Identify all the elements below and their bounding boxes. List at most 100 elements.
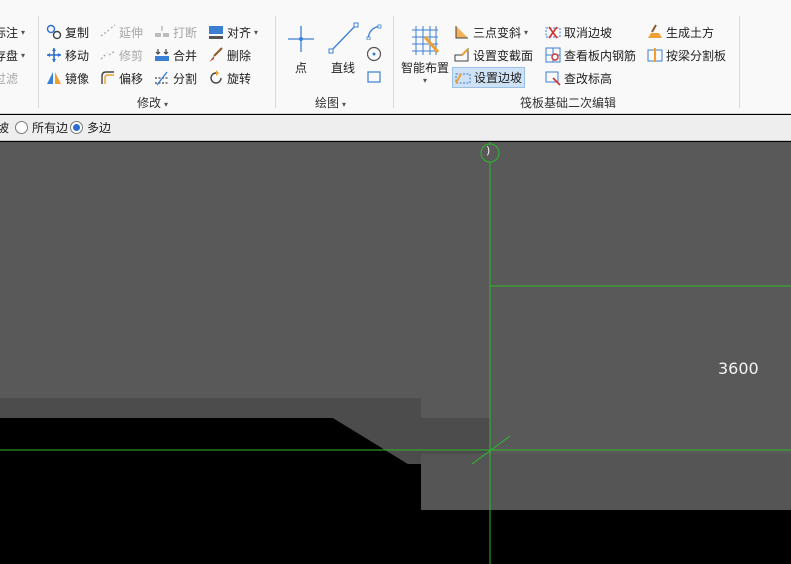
- align-button[interactable]: 对齐 ▾: [208, 22, 258, 42]
- delete-label: 删除: [227, 48, 252, 63]
- set-variable-section-button[interactable]: 设置变截面: [454, 45, 533, 65]
- canvas-drawing: [0, 142, 791, 564]
- annotate-label: 标注: [0, 25, 19, 40]
- break-icon: [154, 24, 170, 40]
- cancel-slope-edge-label: 取消边坡: [564, 25, 613, 40]
- rectangle-icon: [366, 69, 382, 85]
- ribbon-toolbar: 标注 ▾ 存盘 ▾ 过滤 复制 延伸 打断 对齐 ▾ 移动 修剪 合并 删除 镜…: [0, 0, 791, 114]
- group-separator: [38, 16, 39, 108]
- split-by-beam-icon: [647, 47, 663, 63]
- split-by-beam-button[interactable]: 按梁分割板: [647, 45, 726, 65]
- smart-layout-label: 智能布置: [400, 61, 449, 75]
- save-disk-button[interactable]: 存盘 ▾: [0, 45, 25, 65]
- mirror-label: 镜像: [65, 71, 90, 86]
- copy-button[interactable]: 复制: [46, 22, 89, 42]
- save-disk-label: 存盘: [0, 48, 19, 63]
- merge-icon: [154, 47, 170, 63]
- group-separator: [275, 16, 276, 108]
- split-button[interactable]: 分割: [154, 68, 197, 88]
- three-point-slope-icon: [454, 24, 470, 40]
- slope-edge-icon: [455, 70, 471, 86]
- break-button[interactable]: 打断: [154, 22, 197, 42]
- filter-button[interactable]: 过滤: [0, 68, 18, 88]
- set-slope-edge-button[interactable]: 设置边坡: [452, 67, 526, 88]
- view-rebar-icon: [545, 47, 561, 63]
- smart-layout-icon: [408, 24, 442, 59]
- cancel-slope-edge-icon: [545, 24, 561, 40]
- mirror-button[interactable]: 镜像: [46, 68, 89, 88]
- arc-button[interactable]: [366, 22, 385, 42]
- trim-icon: [100, 47, 116, 63]
- all-edges-label[interactable]: 所有边: [32, 119, 68, 136]
- chevron-down-icon: ▾: [164, 100, 169, 109]
- offset-icon: [100, 70, 116, 86]
- edit-elevation-button[interactable]: 查改标高: [545, 68, 612, 88]
- draw-group-label[interactable]: 绘图 ▾: [315, 94, 346, 111]
- chevron-down-icon: ▾: [342, 100, 347, 109]
- chevron-down-icon: ▾: [21, 50, 26, 60]
- rectangle-button[interactable]: [366, 67, 385, 87]
- three-point-slope-button[interactable]: 三点变斜 ▾: [454, 22, 528, 42]
- all-edges-radio[interactable]: [15, 121, 29, 134]
- chevron-down-icon: ▾: [524, 27, 529, 37]
- set-variable-section-label: 设置变截面: [473, 48, 534, 63]
- slope-edge-band[interactable]: [0, 398, 490, 464]
- point-label: 点: [294, 61, 307, 75]
- circle-icon: [366, 46, 382, 62]
- partial-slope-label: 坡: [0, 121, 10, 135]
- arc-icon: [366, 24, 382, 40]
- three-point-slope-label: 三点变斜: [473, 25, 522, 40]
- offset-button[interactable]: 偏移: [100, 68, 143, 88]
- cancel-slope-edge-button[interactable]: 取消边坡: [545, 22, 612, 42]
- rotate-button[interactable]: 旋转: [208, 68, 251, 88]
- split-label: 分割: [173, 71, 198, 86]
- circle-button[interactable]: [366, 44, 385, 64]
- extend-button[interactable]: 延伸: [100, 22, 143, 42]
- delete-button[interactable]: 删除: [208, 45, 251, 65]
- group-separator: [393, 16, 394, 108]
- dimension-value: 3600: [718, 359, 759, 378]
- point-icon: [285, 24, 317, 57]
- raft-edit-group-text: 筏板基础二次编辑: [520, 96, 617, 110]
- chevron-down-icon: ▾: [21, 27, 26, 37]
- extend-icon: [100, 24, 116, 40]
- modify-group-text: 修改: [137, 96, 162, 110]
- mirror-icon: [46, 70, 62, 86]
- line-icon: [327, 22, 359, 57]
- drawing-canvas[interactable]: ) 3600: [0, 142, 791, 564]
- move-button[interactable]: 移动: [46, 45, 89, 65]
- edit-elevation-icon: [545, 70, 561, 86]
- offset-label: 偏移: [119, 71, 144, 86]
- modify-group-label[interactable]: 修改 ▾: [137, 94, 168, 111]
- copy-label: 复制: [65, 25, 90, 40]
- align-label: 对齐: [227, 25, 252, 40]
- smart-layout-button[interactable]: 智能布置 ▾: [399, 24, 451, 85]
- trim-button[interactable]: 修剪: [100, 45, 143, 65]
- view-slab-rebar-label: 查看板内钢筋: [564, 48, 637, 63]
- chevron-down-icon: ▾: [422, 76, 427, 85]
- axis-marker-text: ): [486, 144, 491, 157]
- split-by-beam-label: 按梁分割板: [666, 48, 727, 63]
- delete-icon: [208, 47, 224, 63]
- merge-label: 合并: [173, 48, 198, 63]
- move-label: 移动: [65, 48, 90, 63]
- group-separator: [739, 16, 740, 108]
- rotate-label: 旋转: [227, 71, 252, 86]
- merge-button[interactable]: 合并: [154, 45, 197, 65]
- rotate-icon: [208, 70, 224, 86]
- point-button[interactable]: 点: [284, 24, 318, 76]
- generate-earthwork-button[interactable]: 生成土方: [647, 22, 714, 42]
- draw-group-text: 绘图: [315, 96, 340, 110]
- annotate-button[interactable]: 标注 ▾: [0, 22, 25, 42]
- view-slab-rebar-button[interactable]: 查看板内钢筋: [545, 45, 636, 65]
- move-icon: [46, 47, 62, 63]
- line-button[interactable]: 直线: [326, 22, 360, 76]
- slab-lower-strip: [421, 454, 791, 510]
- multi-edges-label[interactable]: 多边: [87, 119, 111, 136]
- extend-label: 延伸: [119, 25, 144, 40]
- slope-options-bar: 坡 所有边 多边: [0, 115, 791, 141]
- multi-edges-radio[interactable]: [70, 121, 84, 134]
- edit-elevation-label: 查改标高: [564, 71, 613, 86]
- chevron-down-icon: ▾: [254, 27, 259, 37]
- set-slope-edge-label: 设置边坡: [474, 71, 523, 85]
